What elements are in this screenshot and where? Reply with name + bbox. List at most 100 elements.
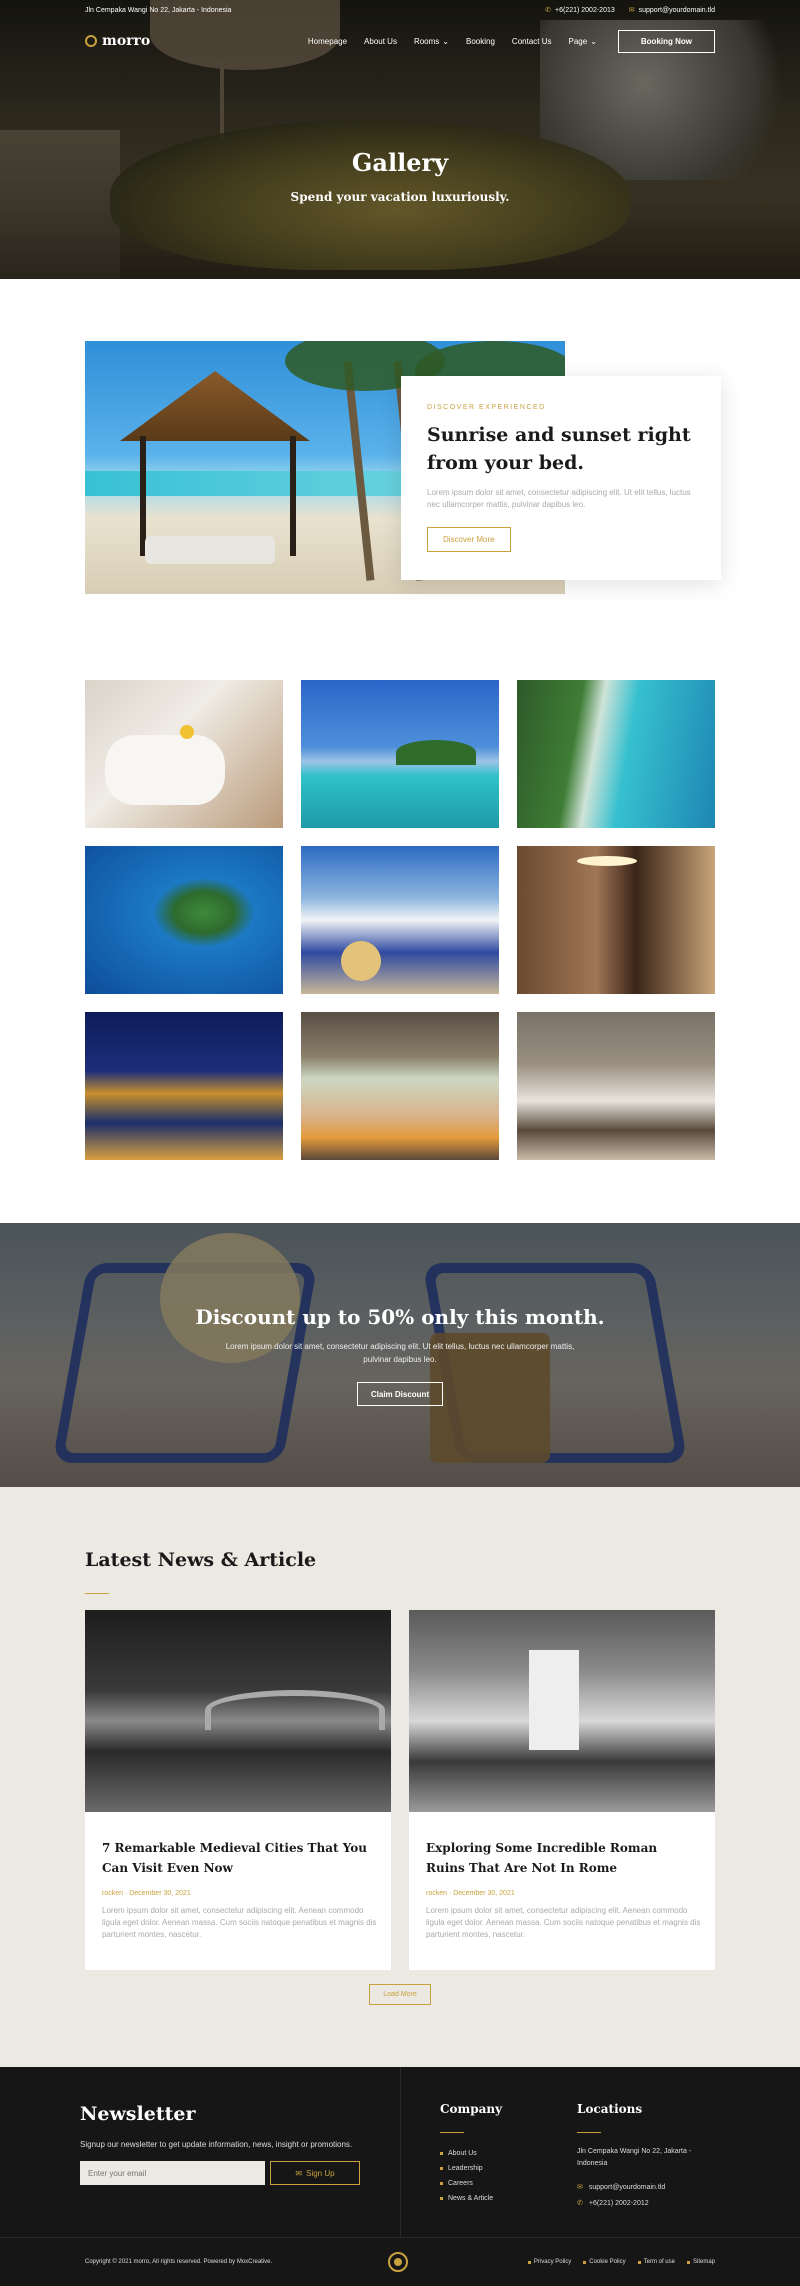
gallery-item-bedroom-modern[interactable] bbox=[517, 1012, 715, 1160]
logo-icon bbox=[85, 35, 97, 47]
gallery-item-tropical-island[interactable] bbox=[301, 680, 499, 828]
legal-link-label: Sitemap bbox=[692, 2259, 715, 2265]
news-card-title[interactable]: Exploring Some Incredible Roman Ruins Th… bbox=[426, 1838, 696, 1878]
legal-link-label: Term of use bbox=[643, 2259, 675, 2265]
nav-item-rooms[interactable]: Rooms ⌄ bbox=[414, 37, 449, 46]
location-email[interactable]: ✉ support@yourdomain.tld bbox=[577, 2182, 707, 2194]
legal-link[interactable]: Term of use bbox=[637, 2259, 675, 2265]
topbar-email-text: support@yourdomain.tld bbox=[638, 6, 715, 14]
gallery-item-aerial-beach[interactable] bbox=[517, 680, 715, 828]
topbar-phone[interactable]: ✆ +6(221) 2002-2013 bbox=[545, 6, 615, 15]
bullet-icon bbox=[440, 2151, 443, 2155]
hat-shape bbox=[341, 941, 381, 981]
bullet-icon bbox=[686, 2260, 690, 2264]
locations-info: Jln Cempaka Wangi No 22, Jakarta - Indon… bbox=[577, 2146, 707, 2210]
legal-links: Privacy Policy Cookie Policy Term of use… bbox=[527, 2259, 715, 2265]
nav-item-contact[interactable]: Contact Us bbox=[512, 37, 552, 46]
footer-rule bbox=[0, 2237, 800, 2238]
newsletter-email-input[interactable] bbox=[80, 2161, 265, 2185]
gallery-grid bbox=[85, 680, 715, 1160]
feature-bed bbox=[145, 536, 275, 564]
topbar-address: Jln Cempaka Wangi No 22, Jakarta - Indon… bbox=[85, 6, 232, 14]
news-card-excerpt: Lorem ipsum dolor sit amet, consectetur … bbox=[102, 1906, 377, 1939]
bullet-icon bbox=[440, 2181, 443, 2185]
location-phone-text: +6(221) 2002-2012 bbox=[588, 2200, 649, 2207]
chevron-down-icon: ⌄ bbox=[442, 36, 449, 46]
news-card-image bbox=[85, 1610, 391, 1812]
locations-divider bbox=[577, 2132, 601, 2133]
company-link[interactable]: Leadership bbox=[440, 2161, 493, 2176]
nav-label: Rooms bbox=[413, 36, 440, 46]
bridge-shape bbox=[205, 1690, 385, 1730]
feature-kicker: DISCOVER EXPERIENCED bbox=[427, 404, 546, 411]
load-more-button[interactable]: Load More bbox=[369, 1984, 431, 2005]
signup-button[interactable]: ✉ Sign Up bbox=[270, 2161, 360, 2185]
location-phone[interactable]: ✆ +6(221) 2002-2012 bbox=[577, 2198, 707, 2210]
legal-link-label: Privacy Policy bbox=[533, 2259, 572, 2265]
news-card-excerpt: Lorem ipsum dolor sit amet, consectetur … bbox=[426, 1906, 701, 1939]
bullet-icon bbox=[440, 2166, 443, 2170]
bullet-icon bbox=[440, 2196, 443, 2200]
bullet-icon bbox=[583, 2260, 587, 2264]
hero-subtitle: Spend your vacation luxuriously. bbox=[290, 190, 510, 204]
nav-menu: Homepage About Us Rooms ⌄ Booking Contact… bbox=[308, 29, 715, 53]
nav-label: About Us bbox=[364, 36, 397, 46]
feature-card: DISCOVER EXPERIENCED Sunrise and sunset … bbox=[401, 376, 721, 580]
signup-label: Sign Up bbox=[306, 2168, 335, 2178]
mail-icon: ✉ bbox=[295, 2168, 303, 2178]
copyright: Copyright © 2021 morro, All rights reser… bbox=[85, 2259, 273, 2265]
nav-item-page[interactable]: Page ⌄ bbox=[569, 37, 597, 46]
feature-hut-post bbox=[290, 436, 296, 556]
nav-label: Booking bbox=[466, 36, 495, 46]
location-address: Jln Cempaka Wangi No 22, Jakarta - Indon… bbox=[577, 2148, 692, 2167]
nav-label: Page bbox=[568, 36, 588, 46]
company-title: Company bbox=[440, 2102, 503, 2116]
flower-shape bbox=[180, 725, 194, 739]
claim-discount-button[interactable]: Claim Discount bbox=[357, 1382, 443, 1406]
topbar-email[interactable]: ✉ support@yourdomain.tld bbox=[628, 6, 715, 15]
legal-link[interactable]: Privacy Policy bbox=[527, 2259, 572, 2265]
promo-text: Lorem ipsum dolor sit amet, consectetur … bbox=[225, 1342, 575, 1364]
company-link-label: Leadership bbox=[448, 2165, 483, 2172]
legal-link-label: Cookie Policy bbox=[589, 2259, 626, 2265]
mail-icon: ✉ bbox=[628, 7, 635, 14]
footer-divider bbox=[400, 2067, 401, 2237]
feature-text: Lorem ipsum dolor sit amet, consectetur … bbox=[427, 488, 691, 509]
booking-now-button[interactable]: Booking Now bbox=[617, 29, 715, 53]
news-card-title[interactable]: 7 Remarkable Medieval Cities That You Ca… bbox=[102, 1838, 372, 1878]
main-nav: morro Homepage About Us Rooms ⌄ Booking C… bbox=[85, 28, 715, 54]
topbar-phone-text: +6(221) 2002-2013 bbox=[555, 6, 615, 14]
phone-icon: ✆ bbox=[577, 2200, 583, 2207]
nav-item-homepage[interactable]: Homepage bbox=[308, 37, 347, 46]
ceiling-light-shape bbox=[577, 856, 637, 866]
newsletter-title: Newsletter bbox=[80, 2103, 196, 2125]
phone-icon: ✆ bbox=[545, 7, 551, 14]
company-link[interactable]: Careers bbox=[440, 2176, 493, 2191]
news-card[interactable]: 7 Remarkable Medieval Cities That You Ca… bbox=[85, 1610, 391, 1970]
legal-link[interactable]: Cookie Policy bbox=[583, 2259, 626, 2265]
nav-item-booking[interactable]: Booking bbox=[466, 37, 495, 46]
top-bar: Jln Cempaka Wangi No 22, Jakarta - Indon… bbox=[0, 0, 800, 20]
promo-banner: Discount up to 50% only this month. Lore… bbox=[0, 1223, 800, 1487]
news-card[interactable]: Exploring Some Incredible Roman Ruins Th… bbox=[409, 1610, 715, 1970]
mail-icon: ✉ bbox=[577, 2184, 583, 2191]
gallery-item-night-castle-bridge[interactable] bbox=[85, 1012, 283, 1160]
logo[interactable]: morro bbox=[85, 33, 150, 49]
gallery-item-bedroom-balcony[interactable] bbox=[301, 1012, 499, 1160]
company-link-label: Careers bbox=[448, 2180, 473, 2187]
company-link[interactable]: About Us bbox=[440, 2146, 493, 2161]
nav-item-about[interactable]: About Us bbox=[364, 37, 397, 46]
feature-title: Sunrise and sunset right from your bed. bbox=[427, 424, 691, 474]
gallery-item-hotel-suite[interactable] bbox=[517, 846, 715, 994]
feature-hut-roof bbox=[120, 371, 310, 441]
legal-link[interactable]: Sitemap bbox=[686, 2259, 715, 2265]
gallery-item-towel-spa[interactable] bbox=[85, 680, 283, 828]
company-links: About Us Leadership Careers News & Artic… bbox=[440, 2146, 493, 2206]
gallery-item-beach-chairs[interactable] bbox=[301, 846, 499, 994]
company-link-label: News & Article bbox=[448, 2195, 494, 2202]
gallery-item-aerial-islands[interactable] bbox=[85, 846, 283, 994]
nav-label: Contact Us bbox=[511, 36, 552, 46]
company-link[interactable]: News & Article bbox=[440, 2191, 493, 2206]
discover-more-button[interactable]: Discover More bbox=[427, 527, 511, 552]
window-shape bbox=[529, 1650, 579, 1750]
